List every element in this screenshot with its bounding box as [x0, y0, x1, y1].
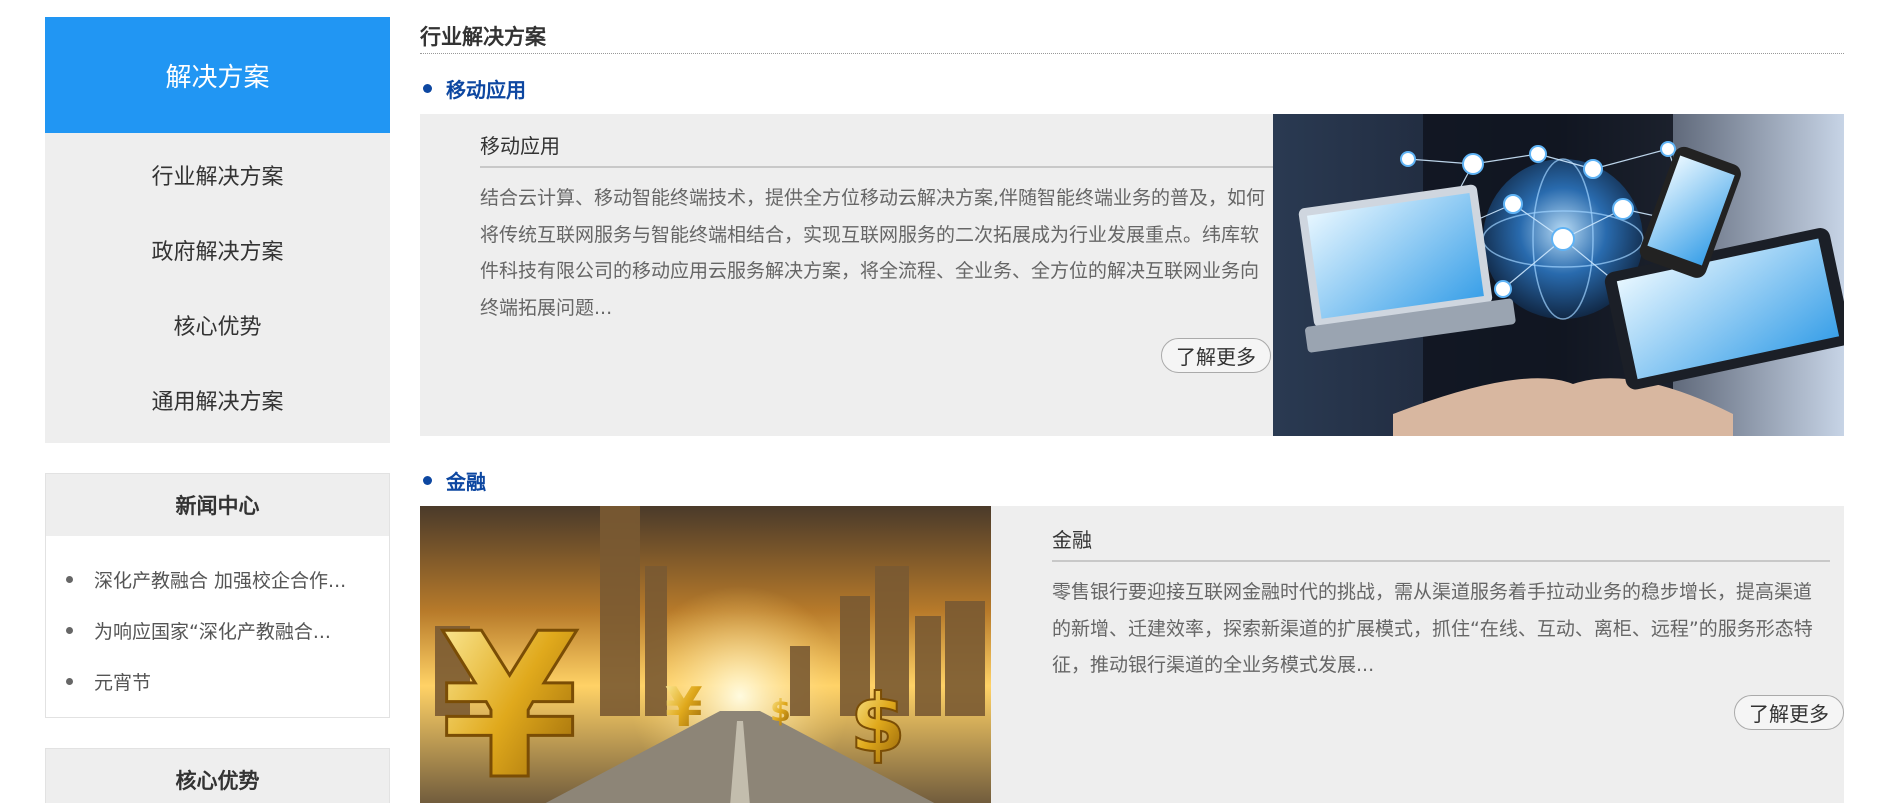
bullet-dot-icon — [423, 475, 432, 485]
main-content: 行业解决方案 移动应用 移动应用 结合云计算、移动智能终端技术，提供全方位移动云… — [420, 20, 1844, 803]
finance-illustration: ¥ ¥ $ $ — [420, 506, 991, 803]
news-item[interactable]: 为响应国家“深化产教融合... — [46, 605, 389, 656]
card-description: 零售银行要迎接互联网金融时代的挑战，需从渠道服务着手拉动业务的稳步增长，提高渠道… — [1052, 581, 1813, 676]
bullet-dot-icon — [423, 83, 432, 93]
card-title: 移动应用 — [480, 124, 1273, 168]
news-list: 深化产教融合 加强校企合作... 为响应国家“深化产教融合... 元宵节 — [46, 536, 389, 717]
learn-more-button[interactable]: 了解更多 — [1161, 338, 1271, 373]
svg-text:¥: ¥ — [440, 591, 579, 803]
solution-card-mobile: 移动应用 结合云计算、移动智能终端技术，提供全方位移动云解决方案,伴随智能终端业… — [420, 114, 1844, 436]
sidebar-item-industry-solutions[interactable]: 行业解决方案 — [45, 137, 390, 212]
sidebar-menu: 行业解决方案 政府解决方案 核心优势 通用解决方案 — [45, 133, 390, 443]
news-item-label: 元宵节 — [94, 672, 152, 694]
news-item-label: 深化产教融合 加强校企合作... — [94, 570, 347, 592]
category-heading-finance: 金融 — [420, 464, 1844, 496]
learn-more-button[interactable]: 了解更多 — [1734, 695, 1844, 730]
sidebar: 解决方案 行业解决方案 政府解决方案 核心优势 通用解决方案 新闻中心 深化产教… — [45, 17, 390, 803]
mobile-cloud-image — [1273, 114, 1844, 436]
solution-card-finance: ¥ ¥ $ $ 金融 零售银行要迎接互联网金融时代的挑战，需从渠道服务着手拉动业… — [420, 506, 1844, 803]
core-advantages-box: 核心优势 — [45, 748, 390, 803]
news-center-box: 新闻中心 深化产教融合 加强校企合作... 为响应国家“深化产教融合... 元宵… — [45, 473, 390, 718]
svg-text:¥: ¥ — [665, 676, 703, 739]
category-heading-mobile: 移动应用 — [420, 72, 1844, 104]
bullet-dot-icon — [66, 678, 73, 685]
page-title: 行业解决方案 — [420, 20, 1844, 54]
news-item[interactable]: 深化产教融合 加强校企合作... — [46, 554, 389, 605]
category-label: 移动应用 — [446, 77, 526, 102]
card-title: 金融 — [1052, 518, 1830, 562]
svg-text:$: $ — [770, 694, 791, 729]
mobile-cloud-illustration — [1273, 114, 1844, 436]
core-advantages-title: 核心优势 — [46, 749, 389, 803]
card-description: 结合云计算、移动智能终端技术，提供全方位移动云解决方案,伴随智能终端业务的普及，… — [480, 187, 1266, 319]
news-center-title: 新闻中心 — [46, 474, 389, 536]
sidebar-item-core-advantages[interactable]: 核心优势 — [45, 287, 390, 362]
bullet-dot-icon — [66, 576, 73, 583]
news-item-label: 为响应国家“深化产教融合... — [94, 621, 331, 643]
category-label: 金融 — [446, 469, 486, 494]
card-text: 金融 零售银行要迎接互联网金融时代的挑战，需从渠道服务着手拉动业务的稳步增长，提… — [991, 506, 1844, 803]
svg-text:$: $ — [850, 677, 906, 770]
news-item[interactable]: 元宵节 — [46, 656, 389, 707]
finance-image: ¥ ¥ $ $ — [420, 506, 991, 803]
sidebar-header: 解决方案 — [45, 17, 390, 133]
sidebar-item-government-solutions[interactable]: 政府解决方案 — [45, 212, 390, 287]
sidebar-item-general-solutions[interactable]: 通用解决方案 — [45, 362, 390, 437]
bullet-dot-icon — [66, 627, 73, 634]
card-text: 移动应用 结合云计算、移动智能终端技术，提供全方位移动云解决方案,伴随智能终端业… — [420, 114, 1273, 436]
